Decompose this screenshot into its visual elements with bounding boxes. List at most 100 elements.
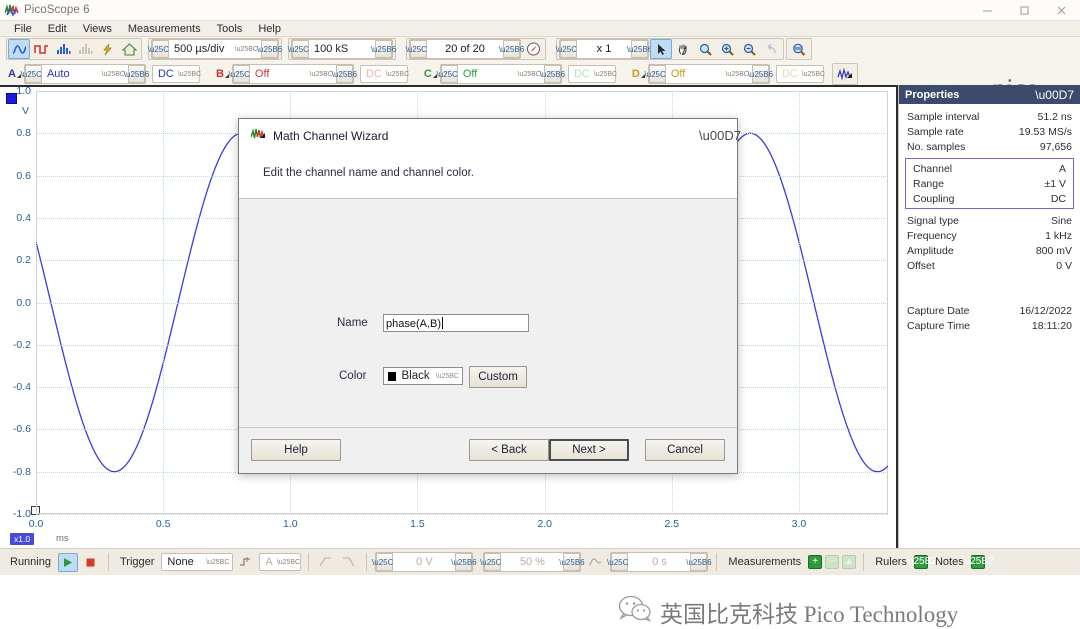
zoom-in-tool-icon[interactable] — [716, 39, 738, 59]
channel-a-zero-marker[interactable] — [6, 93, 17, 104]
quick-guide-icon[interactable] — [96, 39, 118, 59]
rulers-icon[interactable]: \u25B2 — [914, 555, 928, 569]
zoom-prev-button[interactable]: \u25C0 — [560, 40, 577, 58]
zoom-reset-icon[interactable] — [788, 39, 810, 59]
pretrigger-prev-button[interactable]: \u25C0 — [484, 553, 501, 571]
channel-d-prev-button[interactable]: \u25C0 — [649, 65, 666, 83]
name-field[interactable]: phase(A,B) — [383, 314, 529, 332]
y-axis-tick-label: -0.8 — [13, 466, 31, 478]
next-button[interactable]: Next > — [549, 439, 629, 461]
math-channel-wizard-dialog[interactable]: Math Channel Wizard \u00D7 Edit the chan… — [238, 118, 738, 474]
threshold-prev-button[interactable]: \u25C0 — [376, 553, 393, 571]
pointer-tool-icon[interactable] — [650, 39, 672, 59]
menu-item-views[interactable]: Views — [75, 21, 120, 37]
trigger-source-select[interactable]: A \u25BC — [259, 553, 301, 571]
menu-item-help[interactable]: Help — [250, 21, 289, 37]
channel-d-range-spinner[interactable]: \u25C0 Off \u25BC \u25B6 — [648, 64, 770, 84]
color-select[interactable]: Black \u25BC — [383, 367, 463, 385]
channel-a-range-spinner[interactable]: \u25C0 Auto \u25BC \u25B6 — [24, 64, 146, 84]
threshold-spinner[interactable]: \u25C0 0 V \u25B6 — [375, 552, 473, 572]
notes-icon[interactable]: \u25B2 — [971, 555, 985, 569]
channel-b-coupling-combo[interactable]: DC \u25BC — [360, 65, 408, 83]
channel-b-range-spinner[interactable]: \u25C0 Off \u25BC \u25B6 — [232, 64, 354, 84]
trigger-advanced-icon[interactable] — [585, 553, 605, 572]
channel-a-label[interactable]: A — [2, 68, 18, 80]
close-icon[interactable] — [1043, 0, 1080, 20]
close-icon[interactable]: \u00D7 — [1035, 88, 1074, 102]
channel-d-range-combo[interactable]: Off \u25BC — [666, 65, 752, 83]
channel-b-prev-button[interactable]: \u25C0 — [233, 65, 250, 83]
maximize-icon[interactable] — [1006, 0, 1043, 20]
threshold-value: 0 V — [393, 553, 455, 571]
channel-d-next-button[interactable]: \u25B6 — [752, 65, 769, 83]
remove-measurement-button[interactable]: − — [825, 555, 839, 569]
zoom-next-button[interactable]: \u25B6 — [631, 40, 648, 58]
delay-prev-button[interactable]: \u25C0 — [611, 553, 628, 571]
channel-c-next-button[interactable]: \u25B6 — [544, 65, 561, 83]
undo-zoom-icon[interactable] — [760, 39, 782, 59]
channel-a-prev-button[interactable]: \u25C0 — [25, 65, 42, 83]
hand-pan-tool-icon[interactable] — [672, 39, 694, 59]
menu-item-edit[interactable]: Edit — [40, 21, 75, 37]
zoom-factor-spinner[interactable]: \u25C0 x 1 \u25B6 — [559, 39, 649, 59]
buffer-navigator-icon[interactable] — [522, 39, 544, 59]
channel-d-coupling-combo[interactable]: DC \u25BC — [776, 65, 824, 83]
channel-a-range-combo[interactable]: Auto \u25BC — [42, 65, 128, 83]
home-icon[interactable] — [118, 39, 140, 59]
cancel-button[interactable]: Cancel — [645, 439, 725, 461]
channel-c-prev-button[interactable]: \u25C0 — [441, 65, 458, 83]
scope-mode-icon[interactable] — [8, 39, 30, 59]
channel-b-next-button[interactable]: \u25B6 — [336, 65, 353, 83]
close-icon[interactable]: \u00D7 — [709, 125, 731, 145]
minimize-icon[interactable] — [969, 0, 1006, 20]
channel-b-label[interactable]: B — [210, 68, 226, 80]
pretrigger-next-button[interactable]: \u25B6 — [563, 553, 580, 571]
math-channel-wizard-icon — [251, 128, 266, 144]
timebase-combo[interactable]: 500 µs/div \u25BC — [169, 40, 261, 58]
add-measurement-button[interactable]: + — [808, 555, 822, 569]
samples-spinner[interactable]: \u25C0 100 kS \u25B6 — [291, 39, 393, 59]
channel-a-coupling-combo[interactable]: DC \u25BC — [152, 65, 200, 83]
channel-c-label[interactable]: C — [418, 68, 434, 80]
timebase-next-button[interactable]: \u25B6 — [261, 40, 278, 58]
rising-edge-icon[interactable] — [316, 553, 336, 572]
play-icon[interactable] — [58, 553, 78, 572]
zoom-select-tool-icon[interactable] — [694, 39, 716, 59]
zoom-out-tool-icon[interactable] — [738, 39, 760, 59]
edit-measurement-button[interactable]: ▲ — [842, 555, 856, 569]
delay-next-button[interactable]: \u25B6 — [690, 553, 707, 571]
custom-color-button[interactable]: Custom — [469, 366, 527, 388]
stop-icon[interactable] — [81, 553, 101, 572]
back-button[interactable]: < Back — [469, 439, 549, 461]
spectrum-alt-mode-icon[interactable] — [74, 39, 96, 59]
samples-prev-button[interactable]: \u25C0 — [292, 40, 309, 58]
buffer-prev-button[interactable]: \u25C0 — [410, 40, 427, 58]
menu-item-tools[interactable]: Tools — [209, 21, 251, 37]
buffer-next-button[interactable]: \u25B6 — [503, 40, 520, 58]
spectrum-mode-icon[interactable] — [52, 39, 74, 59]
channel-c-range-spinner[interactable]: \u25C0 Off \u25BC \u25B6 — [440, 64, 562, 84]
trigger-edge-icon[interactable] — [236, 553, 256, 572]
pretrigger-spinner[interactable]: \u25C0 50 % \u25B6 — [483, 552, 581, 572]
channel-b-range-combo[interactable]: Off \u25BC — [250, 65, 336, 83]
delay-spinner[interactable]: \u25C0 0 s \u25B6 — [610, 552, 708, 572]
property-label: Frequency — [907, 230, 957, 242]
threshold-next-button[interactable]: \u25B6 — [455, 553, 472, 571]
menu-item-measurements[interactable]: Measurements — [120, 21, 209, 37]
trigger-mode-select[interactable]: None \u25BC — [161, 553, 233, 571]
samples-combo[interactable]: 100 kS — [309, 40, 375, 58]
channel-c-coupling-combo[interactable]: DC \u25BC — [568, 65, 616, 83]
samples-next-button[interactable]: \u25B6 — [375, 40, 392, 58]
timebase-spinner[interactable]: \u25C0 500 µs/div \u25BC \u25B6 — [151, 39, 279, 59]
channel-a-next-button[interactable]: \u25B6 — [128, 65, 145, 83]
channel-c-range-combo[interactable]: Off \u25BC — [458, 65, 544, 83]
falling-edge-icon[interactable] — [339, 553, 359, 572]
math-channel-icon[interactable] — [834, 64, 856, 84]
channel-d-label[interactable]: D — [626, 68, 642, 80]
digital-mode-icon[interactable] — [30, 39, 52, 59]
help-button[interactable]: Help — [251, 439, 341, 461]
timebase-prev-button[interactable]: \u25C0 — [152, 40, 169, 58]
property-value: 16/12/2022 — [1019, 305, 1072, 317]
buffer-spinner[interactable]: \u25C0 20 of 20 \u25B6 — [409, 39, 521, 59]
menu-item-file[interactable]: File — [6, 21, 40, 37]
